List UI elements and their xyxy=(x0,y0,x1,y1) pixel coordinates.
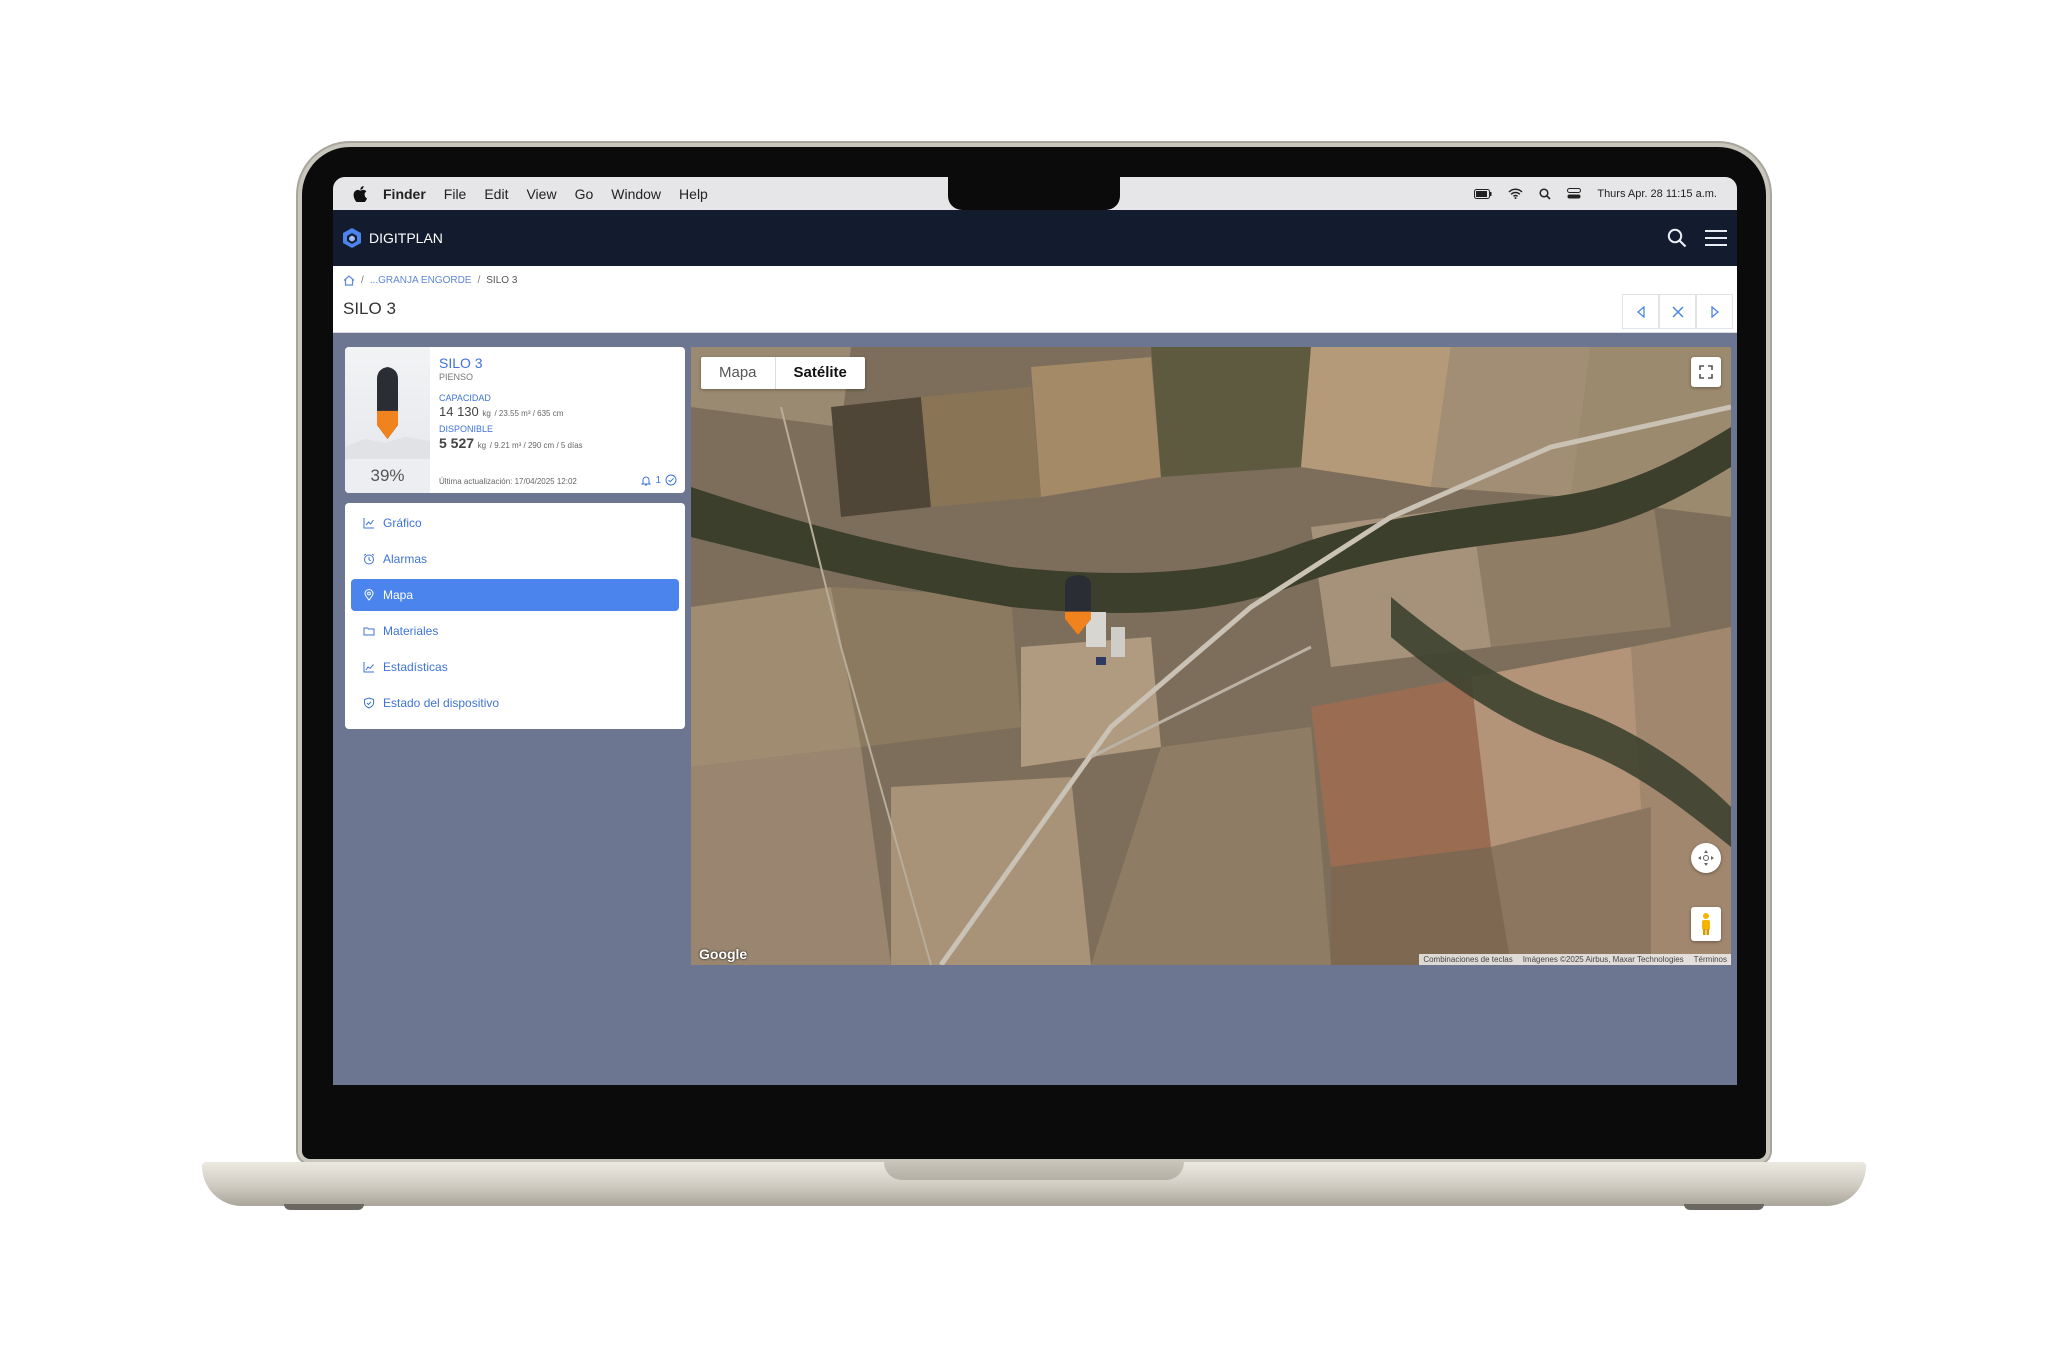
breadcrumb: / ...GRANJA ENGORDE / SILO 3 xyxy=(343,275,517,286)
digitplan-logo-icon xyxy=(343,228,361,248)
imagery-credit: Imágenes ©2025 Airbus, Maxar Technologie… xyxy=(1522,955,1684,964)
capacity-label: CAPACIDAD xyxy=(439,393,491,403)
breadcrumb-current: SILO 3 xyxy=(486,275,518,286)
menu-item-label: Materiales xyxy=(383,624,439,638)
map-type-mapa[interactable]: Mapa xyxy=(701,357,775,389)
menu-item-materiales[interactable]: Materiales xyxy=(351,615,679,647)
menubar-help[interactable]: Help xyxy=(679,186,708,202)
capacity-detail: / 23.55 m³ / 635 cm xyxy=(494,409,564,418)
app-header: DIGITPLAN xyxy=(333,210,1737,266)
control-center-icon[interactable] xyxy=(1567,188,1582,199)
menu-item-estado-dispositivo[interactable]: Estado del dispositivo xyxy=(351,687,679,719)
capacity-unit: kg xyxy=(482,409,491,418)
alarm-count[interactable]: 1 xyxy=(655,475,661,486)
menu-item-alarmas[interactable]: Alarmas xyxy=(351,543,679,575)
breadcrumb-separator: / xyxy=(361,275,364,286)
menubar-view[interactable]: View xyxy=(526,186,556,202)
available-value: 5 527 xyxy=(439,435,475,451)
map-type-toggle: Mapa Satélite xyxy=(701,357,865,389)
spotlight-search-icon[interactable] xyxy=(1539,187,1551,200)
menu-item-label: Gráfico xyxy=(383,516,422,530)
apple-icon[interactable] xyxy=(353,185,367,202)
capacity-value-row: 14 130 kg / 23.55 m³ / 635 cm xyxy=(439,404,679,419)
map-pin-icon xyxy=(364,589,374,601)
terms-link[interactable]: Términos xyxy=(1694,955,1727,964)
silo-percent: 39% xyxy=(345,459,430,493)
silo-level-icon xyxy=(345,367,430,459)
last-update: Última actualización: 17/04/2025 12:02 xyxy=(439,477,577,486)
pegman-icon xyxy=(1702,913,1710,935)
check-circle-icon[interactable] xyxy=(665,474,677,486)
laptop-foot-left xyxy=(284,1204,364,1210)
breadcrumb-separator: / xyxy=(477,275,481,286)
fullscreen-button[interactable] xyxy=(1691,357,1721,387)
home-icon[interactable] xyxy=(343,275,355,286)
search-icon[interactable] xyxy=(1667,228,1687,248)
menubar-clock[interactable]: Thurs Apr. 28 11:15 a.m. xyxy=(1597,188,1717,200)
camera-notch xyxy=(948,177,1120,210)
shield-icon xyxy=(364,697,374,709)
menu-item-label: Alarmas xyxy=(383,552,428,566)
line-chart-icon xyxy=(363,518,374,529)
brand-name: DIGITPLAN xyxy=(369,230,443,246)
next-button[interactable] xyxy=(1696,294,1733,329)
capacity-value: 14 130 xyxy=(439,404,479,419)
available-value-row: 5 527 kg / 9.21 m³ / 290 cm / 5 días xyxy=(439,435,679,451)
menubar-app[interactable]: Finder xyxy=(383,186,426,202)
bell-icon[interactable] xyxy=(641,475,652,486)
menu-item-estadisticas[interactable]: Estadísticas xyxy=(351,651,679,683)
brand[interactable]: DIGITPLAN xyxy=(343,228,443,248)
silo-type: PIENSO xyxy=(439,372,474,382)
silo-card[interactable]: 39% SILO 3 PIENSO CAPACIDAD 14 130 kg / … xyxy=(345,347,685,493)
menubar-window[interactable]: Window xyxy=(611,186,661,202)
fullscreen-icon xyxy=(1699,365,1713,379)
folder-icon xyxy=(363,627,375,636)
available-unit: kg xyxy=(477,441,487,450)
available-detail: / 9.21 m³ / 290 cm / 5 días xyxy=(489,441,583,450)
close-icon xyxy=(1671,305,1684,318)
camera-control-icon xyxy=(1698,850,1714,866)
map-attribution: Combinaciones de teclas Imágenes ©2025 A… xyxy=(1419,954,1731,965)
caret-right-icon xyxy=(1710,305,1719,318)
silo-name-link[interactable]: SILO 3 xyxy=(439,355,679,371)
menu-item-grafico[interactable]: Gráfico xyxy=(351,507,679,539)
menubar-edit[interactable]: Edit xyxy=(484,186,508,202)
google-logo: Google xyxy=(699,946,748,962)
menu-item-label: Estadísticas xyxy=(383,660,448,674)
stats-chart-icon xyxy=(363,662,374,673)
close-button[interactable] xyxy=(1659,294,1696,329)
page-title: SILO 3 xyxy=(343,299,396,318)
header-actions xyxy=(1667,210,1727,266)
silo-location-marker-icon[interactable] xyxy=(1063,575,1093,635)
menubar-file[interactable]: File xyxy=(444,186,467,202)
silo-badges: 1 xyxy=(641,474,677,486)
map-type-satelite[interactable]: Satélite xyxy=(774,357,865,389)
breadcrumb-parent[interactable]: ...GRANJA ENGORDE xyxy=(370,275,472,286)
silo-info: SILO 3 PIENSO CAPACIDAD 14 130 kg / 23.5… xyxy=(439,355,679,451)
previous-button[interactable] xyxy=(1622,294,1659,329)
screen: Finder File Edit View Go Window Help Thu… xyxy=(333,177,1737,1085)
caret-left-icon xyxy=(1636,305,1645,318)
alarm-clock-icon xyxy=(363,553,375,565)
title-bar: / ...GRANJA ENGORDE / SILO 3 SILO 3 xyxy=(333,266,1737,333)
available-label: DISPONIBLE xyxy=(439,424,494,434)
record-navigation xyxy=(1622,294,1733,329)
silo-menu: Gráfico Alarmas Mapa Materiales Estadíst… xyxy=(345,503,685,729)
wifi-icon[interactable] xyxy=(1508,188,1523,199)
keyboard-shortcuts-link[interactable]: Combinaciones de teclas xyxy=(1423,955,1512,964)
hamburger-menu-icon[interactable] xyxy=(1705,229,1727,247)
menubar-status: Thurs Apr. 28 11:15 a.m. xyxy=(1474,177,1717,210)
street-view-pegman[interactable] xyxy=(1691,907,1721,941)
menu-item-label: Estado del dispositivo xyxy=(383,696,500,710)
laptop-base-notch xyxy=(884,1162,1184,1180)
menubar-go[interactable]: Go xyxy=(575,186,594,202)
satellite-imagery xyxy=(691,347,1731,965)
satellite-map[interactable]: Mapa Satélite Google Combinaciones de te… xyxy=(691,347,1731,965)
camera-control-button[interactable] xyxy=(1691,843,1721,873)
laptop-foot-right xyxy=(1684,1204,1764,1210)
menu-item-label: Mapa xyxy=(383,588,414,602)
menu-item-mapa[interactable]: Mapa xyxy=(351,579,679,611)
battery-icon[interactable] xyxy=(1474,188,1492,199)
